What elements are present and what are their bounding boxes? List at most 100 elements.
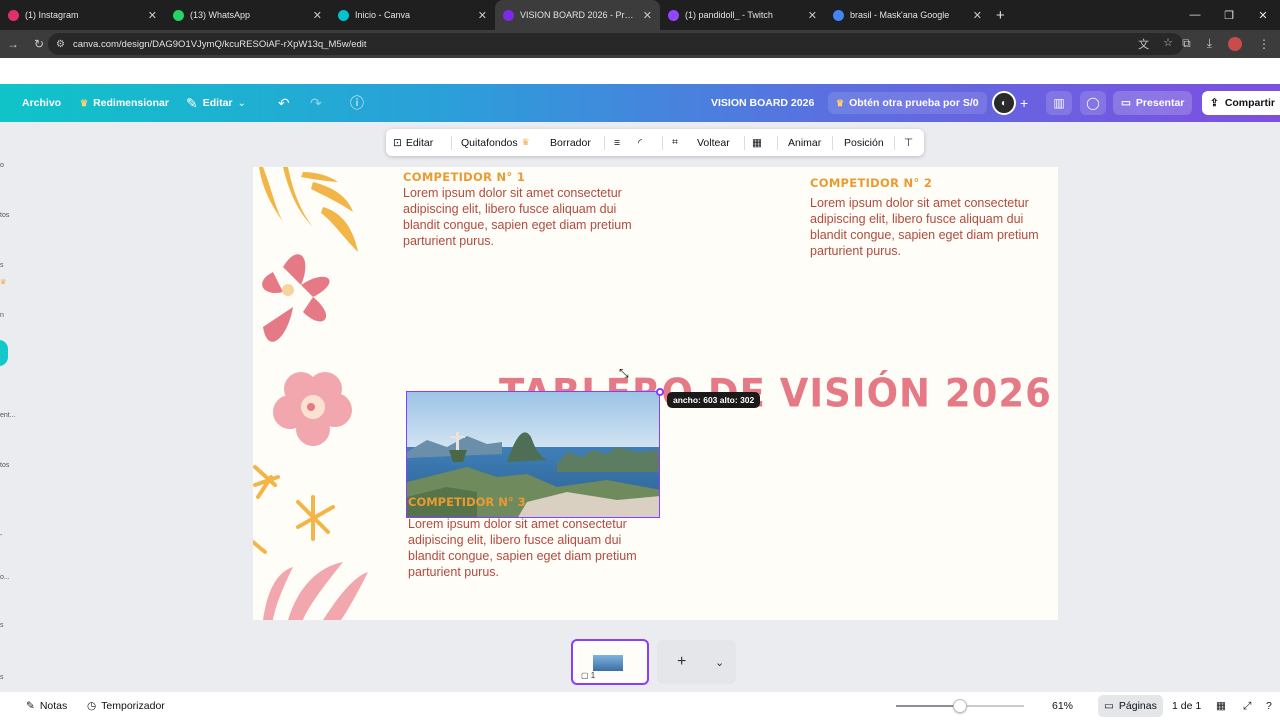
page-counter: 1 de 1 xyxy=(1172,692,1201,720)
border-style-button[interactable]: ≡ xyxy=(614,129,620,156)
redo-button[interactable]: ↷ xyxy=(310,84,322,122)
sidebar-item[interactable]: tos xyxy=(0,462,9,469)
sidebar-item[interactable]: s xyxy=(0,262,4,269)
competitor-2-text[interactable]: Lorem ipsum dolor sit amet consectetur a… xyxy=(810,195,1058,259)
address-bar: → ↻ ⚙ canva.com/design/DAG9O1VJymQ/kcuRE… xyxy=(0,30,1280,58)
tab-whatsapp[interactable]: (13) WhatsApp ✕ xyxy=(165,0,330,30)
profile-avatar-icon[interactable] xyxy=(1228,36,1242,51)
file-menu-button[interactable]: Archivo xyxy=(22,84,61,122)
position-button[interactable]: Posición xyxy=(844,129,884,156)
close-icon[interactable]: ✕ xyxy=(148,9,157,22)
sidebar-item[interactable]: o... xyxy=(0,574,10,581)
canva-icon xyxy=(503,9,514,21)
position-label: Posición xyxy=(844,136,884,149)
undo-button[interactable]: ↶ xyxy=(278,84,290,122)
close-icon[interactable]: ✕ xyxy=(973,9,982,22)
animate-button[interactable]: Animar xyxy=(788,129,821,156)
extensions-icon[interactable]: ⧉ xyxy=(1182,36,1191,51)
transparency-button[interactable]: ▦ xyxy=(752,129,762,156)
design-page[interactable]: COMPETIDOR N° 1 Lorem ipsum dolor sit am… xyxy=(253,167,1058,620)
info-circle-icon: ⓘ xyxy=(350,95,364,111)
zoom-slider-fill xyxy=(896,705,960,707)
bookmark-star-icon[interactable]: ☆ xyxy=(1163,36,1173,52)
tab-instagram[interactable]: (1) Instagram ✕ xyxy=(0,0,165,30)
close-icon[interactable]: ✕ xyxy=(643,9,652,22)
present-label: Presentar xyxy=(1135,97,1185,109)
remove-background-button[interactable]: Quitafondos ♛ xyxy=(461,129,530,156)
user-photo-icon: ◐ xyxy=(1000,97,1008,109)
add-page-button[interactable]: + ⌄ xyxy=(657,640,736,684)
tab-vision-board[interactable]: VISION BOARD 2026 - Presenta✕ xyxy=(495,0,660,30)
tab-google[interactable]: brasil - Mask'ana Google ✕ xyxy=(825,0,990,30)
close-icon[interactable]: ✕ xyxy=(313,9,322,22)
tab-twitch[interactable]: (1) pandidoll_ - Twitch ✕ xyxy=(660,0,825,30)
present-icon: ▭ xyxy=(1121,97,1131,109)
forward-icon[interactable]: → xyxy=(0,37,26,51)
close-icon[interactable]: ✕ xyxy=(808,9,817,22)
trial-button[interactable]: ♛ Obtén otra prueba por S/0 xyxy=(828,92,987,114)
share-label: Compartir xyxy=(1224,97,1275,109)
crop-icon: ⌗ xyxy=(672,136,678,148)
sidebar-item[interactable]: n xyxy=(0,312,4,319)
competitor-1-title[interactable]: COMPETIDOR N° 1 xyxy=(403,170,525,184)
sidebar-item[interactable]: ent... xyxy=(0,412,16,419)
present-button[interactable]: ▭ Presentar xyxy=(1113,91,1193,115)
close-window-icon[interactable]: ✕ xyxy=(1246,9,1280,22)
timer-label: Temporizador xyxy=(101,700,165,712)
notes-button[interactable]: ✎ Notas xyxy=(26,692,67,720)
avatar[interactable]: ◐ xyxy=(992,91,1016,115)
zoom-slider[interactable] xyxy=(896,699,1024,713)
minimize-icon[interactable]: — xyxy=(1178,9,1212,21)
eraser-button[interactable]: Borrador xyxy=(550,129,591,156)
pages-button[interactable]: ▭ Páginas xyxy=(1098,695,1163,717)
page-thumbnail[interactable]: ▢ 1 xyxy=(571,639,649,685)
zoom-slider-knob[interactable] xyxy=(953,699,967,713)
comment-icon: ▢ xyxy=(581,671,589,680)
chevron-down-icon[interactable]: ⌄ xyxy=(715,656,724,669)
resize-handle[interactable] xyxy=(656,388,664,396)
resize-button[interactable]: ♛ Redimensionar xyxy=(80,84,169,122)
translate-icon[interactable]: 文 xyxy=(1138,36,1149,52)
tab-canva-home[interactable]: Inicio - Canva ✕ xyxy=(330,0,495,30)
maximize-icon[interactable]: ❐ xyxy=(1212,9,1246,22)
add-collaborator-button[interactable]: + xyxy=(1020,84,1028,122)
sidebar-item[interactable]: tos xyxy=(0,212,9,219)
share-button[interactable]: ⇪ Compartir xyxy=(1202,91,1280,115)
url-field[interactable]: ⚙ canva.com/design/DAG9O1VJymQ/kcuRESOiA… xyxy=(48,33,1183,55)
help-icon: ? xyxy=(1266,700,1272,712)
grid-view-button[interactable]: ▦ xyxy=(1216,692,1226,720)
edit-mode-label: Editar xyxy=(202,97,233,109)
comments-button[interactable]: ◯ xyxy=(1080,91,1106,115)
menu-icon[interactable]: ⋮ xyxy=(1258,37,1270,51)
competitor-2-title[interactable]: COMPETIDOR N° 2 xyxy=(810,176,932,190)
download-icon[interactable]: ⤓ xyxy=(1207,36,1212,51)
magic-icon[interactable] xyxy=(0,340,8,366)
help-button[interactable]: ? xyxy=(1266,692,1272,720)
document-title[interactable]: VISION BOARD 2026 xyxy=(711,84,814,122)
edit-image-button[interactable]: ⊡ Editar xyxy=(393,129,433,156)
sidebar-item[interactable]: s xyxy=(0,622,4,629)
sidebar-item[interactable]: - xyxy=(0,532,2,539)
new-tab-icon[interactable]: + xyxy=(990,7,1011,24)
edit-mode-button[interactable]: ✎ Editar ⌄ xyxy=(186,84,246,122)
pages-icon: ▭ xyxy=(1104,700,1114,712)
sidebar-item[interactable]: o xyxy=(0,162,4,169)
flip-button[interactable]: Voltear xyxy=(697,129,730,156)
competitor-3-text[interactable]: Lorem ipsum dolor sit amet consectetur a… xyxy=(408,516,658,580)
fullscreen-button[interactable]: ⤢ xyxy=(1243,692,1251,720)
zoom-value[interactable]: 61% xyxy=(1052,692,1073,720)
crop-button[interactable]: ⌗ xyxy=(672,129,678,156)
copy-style-button[interactable]: ⊤ xyxy=(904,129,913,156)
insights-button[interactable]: ▥ xyxy=(1046,91,1072,115)
corner-rounding-button[interactable]: ◜ xyxy=(638,129,642,156)
notes-icon: ✎ xyxy=(26,700,35,712)
google-icon xyxy=(833,9,844,21)
sidebar-item[interactable]: s xyxy=(0,674,4,681)
competitor-1-text[interactable]: Lorem ipsum dolor sit amet consectetur a… xyxy=(403,185,653,249)
site-info-icon[interactable]: ⚙ xyxy=(56,39,65,50)
save-status-button[interactable]: ⓘ xyxy=(350,84,364,122)
redo-icon: ↷ xyxy=(310,94,322,111)
close-icon[interactable]: ✕ xyxy=(478,9,487,22)
timer-button[interactable]: ◷ Temporizador xyxy=(87,692,165,720)
competitor-3-title[interactable]: COMPETIDOR N° 3 xyxy=(408,495,526,509)
